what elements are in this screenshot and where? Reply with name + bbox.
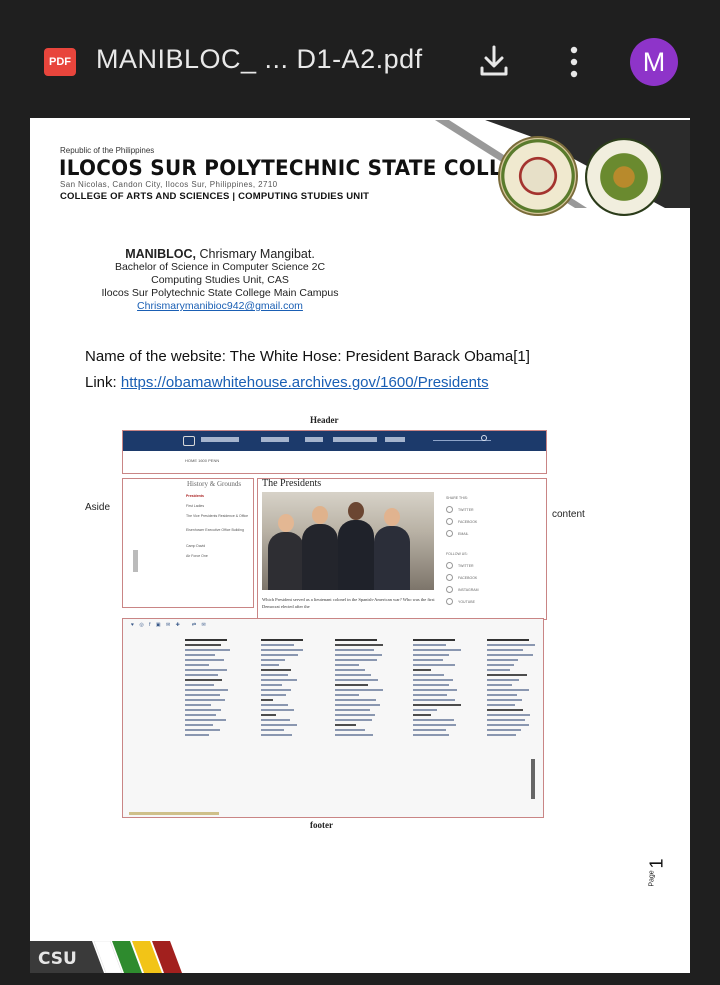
link-label: Link: — [85, 374, 121, 391]
share-item: FACEBOOK — [458, 520, 478, 524]
page-number-value: 1 — [646, 858, 667, 869]
site-title-text — [201, 437, 239, 442]
author-block: MANIBLOC, Chrismary Mangibat. Bachelor o… — [100, 248, 340, 313]
figure-head — [348, 502, 364, 520]
instagram-icon — [446, 586, 453, 593]
aside-item: Eisenhower Executive Office Building — [186, 528, 244, 532]
footer-label: footer — [310, 820, 333, 830]
social-icons-row: ♥ ◎ f ▣ ✉ ✚ ⇄ ✉ — [131, 622, 208, 628]
website-name: Name of the website: The White Hose: Pre… — [85, 348, 530, 365]
content-title: The Presidents — [262, 478, 322, 489]
download-icon[interactable] — [478, 44, 510, 78]
whitehouse-logo-icon — [183, 436, 195, 446]
page-number: 1 Page — [644, 853, 674, 898]
footer-column — [413, 639, 473, 739]
mock-site-header: HOME 1600 PENN — [122, 430, 547, 474]
header-label: Header — [310, 415, 339, 425]
figure-head — [384, 508, 400, 526]
facebook-icon — [446, 574, 453, 581]
figure-head — [278, 514, 294, 532]
search-icon — [481, 435, 487, 441]
follow-item: TWITTER — [458, 564, 474, 568]
follow-item: YOUTUBE — [458, 600, 475, 604]
nav-item — [305, 437, 323, 442]
whitehouse-nav-bar — [123, 431, 546, 451]
aside-item: Camp David — [186, 544, 206, 548]
follow-label: FOLLOW US: — [446, 552, 468, 556]
department-seal-logo — [585, 138, 663, 216]
aside-title: History & Grounds — [187, 480, 242, 488]
figure — [268, 532, 304, 590]
footer-column — [335, 639, 395, 739]
footer-scrollbar — [531, 759, 535, 799]
nav-item — [333, 437, 377, 442]
mock-site-footer: ♥ ◎ f ▣ ✉ ✚ ⇄ ✉ — [122, 618, 544, 818]
pdf-file-icon: PDF — [44, 48, 76, 76]
aside-scrollbar — [133, 550, 138, 572]
aside-item: The Vice Presidents Residence & Office — [186, 514, 249, 518]
twitter-icon — [446, 506, 453, 513]
author-unit: Computing Studies Unit, CAS — [151, 274, 289, 286]
follow-item: FACEBOOK — [458, 576, 478, 580]
aside-label: Aside — [85, 502, 111, 513]
figure-head — [312, 506, 328, 524]
more-options-icon[interactable] — [564, 44, 584, 80]
csu-logo: CSU — [30, 941, 182, 973]
college-address: San Nicolas, Candon City, Ilocos Sur, Ph… — [60, 180, 278, 189]
account-avatar[interactable]: M — [630, 38, 678, 86]
file-name: MANIBLOC_ ... D1-A2.pdf — [96, 44, 423, 74]
content-label: content — [552, 509, 585, 520]
twitter-icon — [446, 562, 453, 569]
pdf-page: Republic of the Philippines ILOCOS SUR P… — [30, 118, 690, 973]
aside-item: Presidents — [186, 494, 204, 498]
follow-item: INSTAGRAM — [458, 588, 479, 592]
viewer-toolbar: PDF MANIBLOC_ ... D1-A2.pdf M — [0, 0, 720, 120]
aside-item: Air Force One — [186, 554, 208, 558]
college-unit: COLLEGE OF ARTS AND SCIENCES | COMPUTING… — [60, 191, 370, 202]
author-email-link[interactable]: Chrismarymanibioc942@gmail.com — [100, 300, 340, 313]
presidents-photo — [262, 492, 434, 590]
college-name: ILOCOS SUR POLYTECHNIC STATE COLLEGE — [59, 156, 547, 180]
website-link-row: Link: https://obamawhitehouse.archives.g… — [85, 374, 489, 391]
csu-logo-text: CSU — [38, 949, 77, 969]
facebook-icon — [446, 518, 453, 525]
footer-column — [261, 639, 321, 739]
page-word: Page — [648, 870, 656, 887]
figure — [338, 520, 374, 590]
website-link[interactable]: https://obamawhitehouse.archives.gov/160… — [121, 374, 489, 391]
nav-item — [261, 437, 289, 442]
youtube-icon — [446, 598, 453, 605]
footer-column — [487, 639, 543, 739]
author-program: Bachelor of Science in Computer Science … — [114, 261, 326, 273]
footer-column — [185, 639, 245, 739]
nav-item — [385, 437, 405, 442]
figure — [302, 524, 338, 590]
content-caption: Which President served as a lieutenant c… — [262, 597, 435, 609]
share-label: SHARE THIS: — [446, 496, 468, 500]
email-icon — [446, 530, 453, 537]
aside-item: First Ladies — [186, 504, 205, 508]
author-name: MANIBLOC, Chrismary Mangibat. — [125, 247, 315, 261]
breadcrumb: HOME 1600 PENN — [185, 458, 220, 463]
author-campus: Ilocos Sur Polytechnic State College Mai… — [101, 287, 339, 299]
figure — [374, 526, 410, 590]
share-item: EMAIL — [458, 532, 469, 536]
status-bar — [129, 812, 219, 815]
share-item: TWITTER — [458, 508, 474, 512]
college-seal-logo — [498, 136, 578, 216]
republic-text: Republic of the Philippines — [60, 146, 155, 155]
